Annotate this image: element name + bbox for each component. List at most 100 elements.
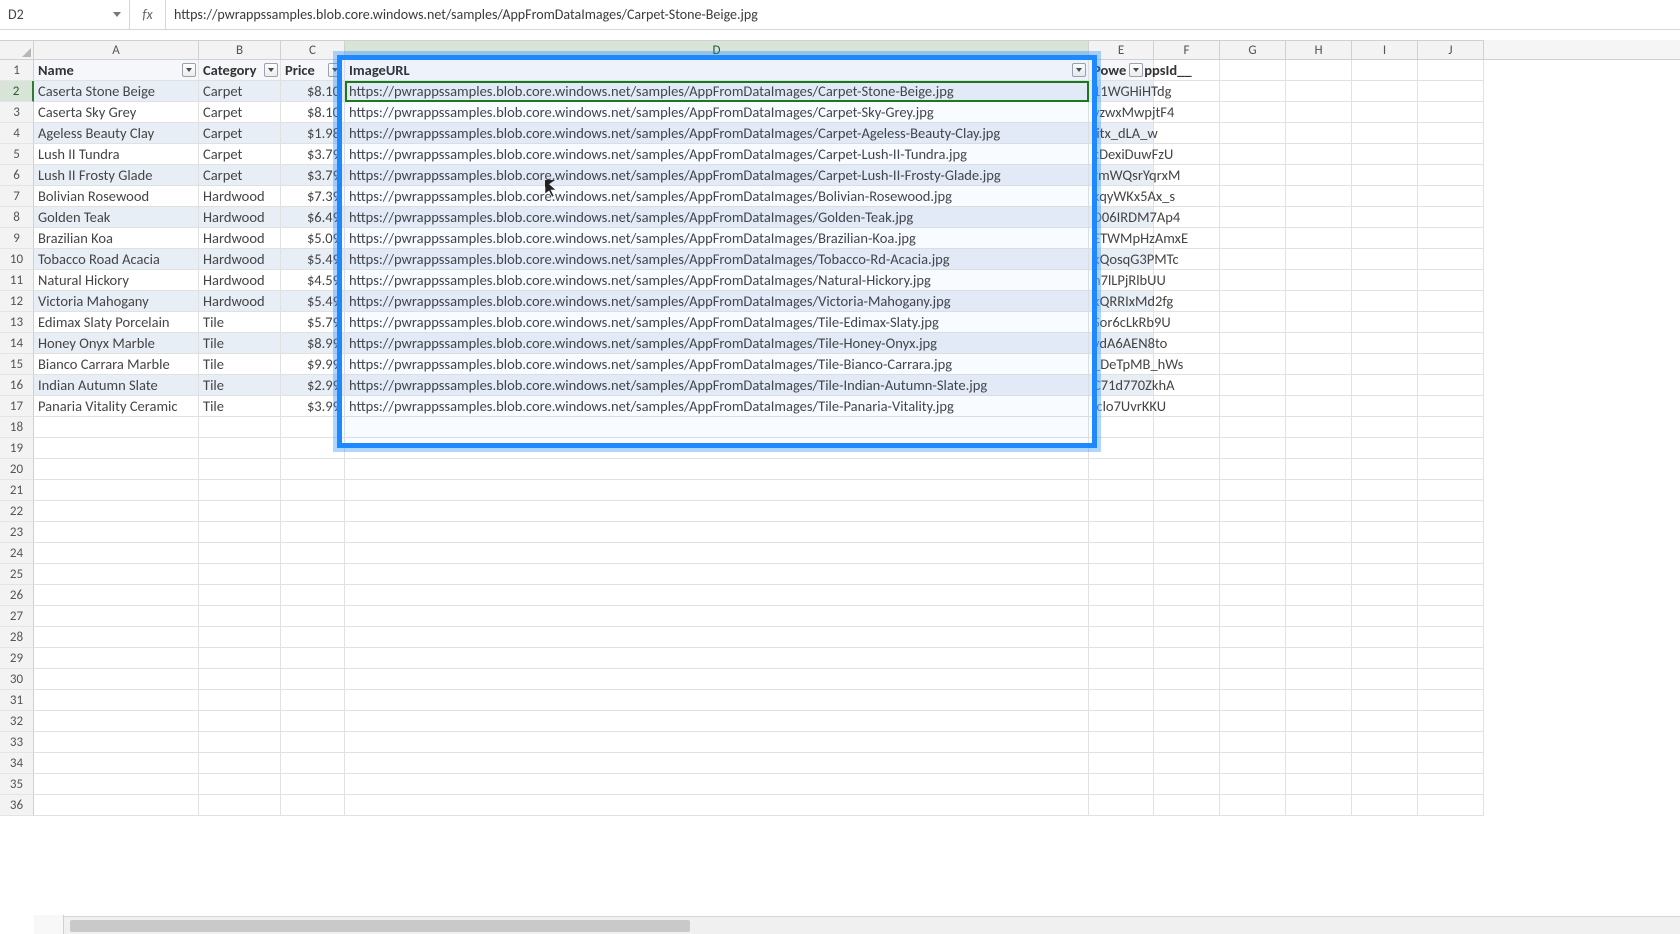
- cell[interactable]: [1352, 333, 1418, 354]
- cell-price[interactable]: $8.10: [281, 102, 345, 123]
- row-header[interactable]: 11: [0, 270, 34, 291]
- cell[interactable]: [1089, 669, 1154, 690]
- cell[interactable]: [34, 795, 199, 816]
- cell[interactable]: [1220, 690, 1286, 711]
- row-header[interactable]: 10: [0, 249, 34, 270]
- cell[interactable]: [1352, 417, 1418, 438]
- filter-icon[interactable]: [264, 63, 278, 77]
- cell[interactable]: [1286, 564, 1352, 585]
- cell[interactable]: [1418, 585, 1484, 606]
- cell[interactable]: [1352, 564, 1418, 585]
- cell[interactable]: [1220, 438, 1286, 459]
- row-header[interactable]: 27: [0, 606, 34, 627]
- cell[interactable]: [281, 648, 345, 669]
- row-header[interactable]: 14: [0, 333, 34, 354]
- cell[interactable]: [1352, 543, 1418, 564]
- cell[interactable]: [1220, 501, 1286, 522]
- cell-category[interactable]: Hardwood: [199, 207, 281, 228]
- cell[interactable]: [1418, 312, 1484, 333]
- cell[interactable]: [1418, 60, 1484, 81]
- cell[interactable]: [1154, 291, 1220, 312]
- col-header-D[interactable]: D: [345, 40, 1089, 59]
- cell[interactable]: [1418, 459, 1484, 480]
- row-header[interactable]: 2: [0, 81, 34, 102]
- cell[interactable]: [281, 774, 345, 795]
- cell-category[interactable]: Carpet: [199, 144, 281, 165]
- cell[interactable]: [1154, 480, 1220, 501]
- header-powerappsid[interactable]: PoweppsId__: [1089, 60, 1154, 81]
- cell[interactable]: [199, 459, 281, 480]
- cell-imageurl[interactable]: https://pwrappssamples.blob.core.windows…: [345, 354, 1089, 375]
- cell[interactable]: [34, 732, 199, 753]
- cell-name[interactable]: Bolivian Rosewood: [34, 186, 199, 207]
- row-header[interactable]: 25: [0, 564, 34, 585]
- cell[interactable]: [199, 564, 281, 585]
- cell[interactable]: [1352, 459, 1418, 480]
- cell[interactable]: [1418, 732, 1484, 753]
- cell-powerappsid[interactable]: vdA6AEN8to: [1089, 333, 1154, 354]
- cell-category[interactable]: Tile: [199, 333, 281, 354]
- select-all-corner[interactable]: [0, 40, 34, 59]
- cell[interactable]: [1352, 522, 1418, 543]
- cell[interactable]: [1418, 774, 1484, 795]
- cell[interactable]: [1286, 522, 1352, 543]
- cell-category[interactable]: Hardwood: [199, 249, 281, 270]
- cell[interactable]: [34, 459, 199, 480]
- cell[interactable]: [1089, 459, 1154, 480]
- cell[interactable]: [1418, 690, 1484, 711]
- cell-powerappsid[interactable]: h7lLPjRlbUU: [1089, 270, 1154, 291]
- cell[interactable]: [1154, 207, 1220, 228]
- cell[interactable]: [281, 585, 345, 606]
- cell[interactable]: [34, 711, 199, 732]
- cell[interactable]: [1418, 228, 1484, 249]
- cell[interactable]: [1418, 165, 1484, 186]
- cell[interactable]: [1154, 123, 1220, 144]
- cell[interactable]: [1220, 186, 1286, 207]
- cell-imageurl[interactable]: https://pwrappssamples.blob.core.windows…: [345, 270, 1089, 291]
- cell[interactable]: [1154, 627, 1220, 648]
- cell-imageurl[interactable]: https://pwrappssamples.blob.core.windows…: [345, 186, 1089, 207]
- cell[interactable]: [1352, 648, 1418, 669]
- cell[interactable]: [34, 753, 199, 774]
- cell[interactable]: [1352, 312, 1418, 333]
- cell-price[interactable]: $8.10: [281, 81, 345, 102]
- cell[interactable]: [1220, 375, 1286, 396]
- cell[interactable]: [1286, 459, 1352, 480]
- cell[interactable]: [34, 690, 199, 711]
- cell[interactable]: [1352, 396, 1418, 417]
- cell-category[interactable]: Tile: [199, 375, 281, 396]
- cell[interactable]: [1154, 564, 1220, 585]
- cell[interactable]: [1286, 585, 1352, 606]
- header-name[interactable]: Name: [34, 60, 199, 81]
- cell[interactable]: [1220, 627, 1286, 648]
- cell[interactable]: [1220, 480, 1286, 501]
- cell[interactable]: [1154, 60, 1220, 81]
- cell-powerappsid[interactable]: kqyWKx5Ax_s: [1089, 186, 1154, 207]
- cell[interactable]: [1089, 522, 1154, 543]
- cell[interactable]: [1352, 249, 1418, 270]
- row-header[interactable]: 4: [0, 123, 34, 144]
- cell[interactable]: [1154, 669, 1220, 690]
- cell[interactable]: [1089, 732, 1154, 753]
- cell-powerappsid[interactable]: _DeTpMB_hWs: [1089, 354, 1154, 375]
- cell-name[interactable]: Caserta Stone Beige: [34, 81, 199, 102]
- cell-name[interactable]: Lush II Tundra: [34, 144, 199, 165]
- cell[interactable]: [34, 564, 199, 585]
- cell-price[interactable]: $7.39: [281, 186, 345, 207]
- row-header[interactable]: 16: [0, 375, 34, 396]
- cell[interactable]: [1286, 690, 1352, 711]
- cell[interactable]: [199, 795, 281, 816]
- cell[interactable]: [199, 648, 281, 669]
- cell[interactable]: [1286, 774, 1352, 795]
- filter-icon[interactable]: [182, 63, 196, 77]
- cell[interactable]: [281, 522, 345, 543]
- cell[interactable]: [345, 690, 1089, 711]
- cell[interactable]: [1220, 144, 1286, 165]
- cell[interactable]: [281, 606, 345, 627]
- cell[interactable]: [1352, 123, 1418, 144]
- cell-price[interactable]: $3.79: [281, 144, 345, 165]
- cell[interactable]: [1286, 270, 1352, 291]
- cell-category[interactable]: Tile: [199, 396, 281, 417]
- cell[interactable]: [1220, 417, 1286, 438]
- cell[interactable]: [1418, 186, 1484, 207]
